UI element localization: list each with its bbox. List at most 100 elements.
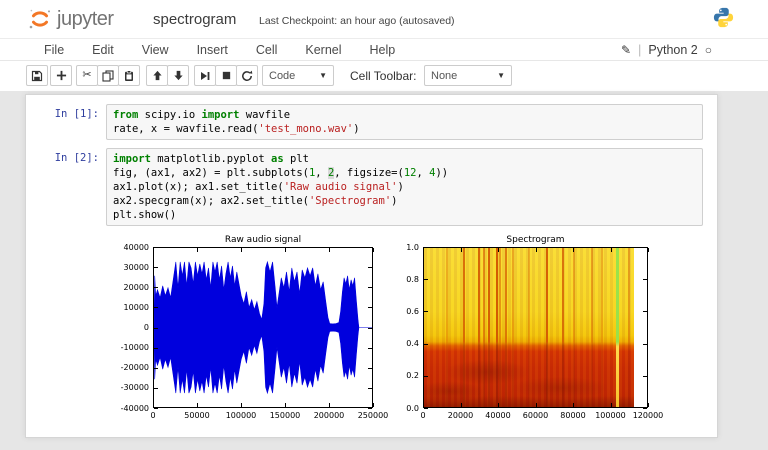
paste-cell-button[interactable] <box>118 65 140 86</box>
cell-toolbar-select[interactable]: None ▼ <box>424 65 512 86</box>
checkpoint-status: Last Checkpoint: an hour ago (autosaved) <box>259 15 455 27</box>
x-tick-mark <box>285 248 286 252</box>
code-token-pl: fig, (ax1, ax2) = plt.subplots( <box>113 167 309 179</box>
kernel-idle-icon: ○ <box>704 42 712 57</box>
x-tick-label: 150000 <box>269 411 301 420</box>
code-token-str: 'test_mono.wav' <box>258 123 354 135</box>
menu-item-edit[interactable]: Edit <box>78 43 128 57</box>
edit-mode-pencil-icon: ✎ <box>620 42 632 57</box>
y-tick-label: 0.8 <box>406 274 419 284</box>
spectrogram-streak <box>495 248 498 407</box>
x-tick-mark <box>329 248 330 252</box>
y-tick-mark <box>643 247 647 248</box>
y-tick-mark <box>424 279 428 281</box>
move-cell-up-button[interactable] <box>146 65 168 86</box>
x-tick-mark <box>329 403 330 407</box>
y-tick-label: 1.0 <box>406 242 419 252</box>
y-tick-mark <box>154 408 158 409</box>
menu-item-insert[interactable]: Insert <box>183 43 242 57</box>
arrow-up-icon <box>152 70 162 81</box>
cut-cell-button[interactable]: ✂ <box>76 65 98 86</box>
y-tick-mark <box>424 247 428 248</box>
save-button[interactable] <box>26 65 48 86</box>
refresh-icon <box>242 70 253 81</box>
waveform-plot-box <box>153 247 373 408</box>
y-tick-mark <box>368 267 372 269</box>
y-tick-label: -30000 <box>120 383 149 393</box>
menu-item-help[interactable]: Help <box>356 43 410 57</box>
y-tick-mark <box>154 307 158 309</box>
y-tick-mark <box>643 408 647 409</box>
x-tick-mark <box>573 403 574 407</box>
code-token-pl: , <box>315 167 328 179</box>
copy-cell-button[interactable] <box>97 65 119 86</box>
y-tick-mark <box>154 267 158 269</box>
x-tick-mark <box>573 248 574 252</box>
y-tick-mark <box>424 375 428 377</box>
y-tick-label: -10000 <box>120 343 149 353</box>
move-cell-down-button[interactable] <box>167 65 189 86</box>
code-line: rate, x = wavfile.read('test_mono.wav') <box>113 122 696 136</box>
code-token-pl: , <box>416 167 430 179</box>
y-tick-mark <box>368 347 372 349</box>
waveform-chart <box>154 260 372 395</box>
x-tick-mark <box>460 403 462 407</box>
save-group <box>26 65 48 86</box>
y-tick-label: 40000 <box>123 242 149 252</box>
y-tick-label: 10000 <box>123 302 149 312</box>
step-forward-icon <box>201 71 210 80</box>
cell-output-area[interactable]: Raw audio signal -40000 -30000 -20000 -10000… <box>26 234 717 434</box>
spectrogram-streak <box>601 248 604 407</box>
code-cell-1: In [1]: from scipy.io import wavfile rate,… <box>26 104 703 140</box>
code-line: plt.show() <box>113 208 696 222</box>
plot-title: Raw audio signal <box>224 235 302 245</box>
code-token-pl: ) <box>397 181 404 193</box>
jupyter-wordmark: jupyter <box>57 7 114 30</box>
code-line: fig, (ax1, ax2) = plt.subplots(1, 2, fig… <box>113 166 696 180</box>
add-cell-button[interactable] <box>50 65 72 86</box>
code-input[interactable]: from scipy.io import wavfile rate, x = wa… <box>106 104 703 140</box>
x-tick-mark <box>423 248 424 252</box>
run-cell-button[interactable] <box>194 65 216 86</box>
y-tick-mark <box>154 247 158 248</box>
code-line: from scipy.io import wavfile <box>113 108 696 122</box>
code-token-pl: ) <box>391 195 398 207</box>
menu-items: File Edit View Insert Cell Kernel Help <box>30 39 409 60</box>
restart-kernel-button[interactable] <box>236 65 258 86</box>
jupyter-logo[interactable]: jupyter <box>27 6 114 32</box>
spectrogram-streak <box>463 248 466 407</box>
y-tick-mark <box>643 343 647 345</box>
kernel-separator: | <box>638 42 642 57</box>
spectrogram-streak <box>512 248 515 407</box>
cell-type-select[interactable]: Code ▼ <box>262 65 334 86</box>
code-token-pl: rate, x = wavfile.read( <box>113 123 259 135</box>
spectrogram-streak <box>446 248 449 407</box>
kernel-name: Python 2 <box>648 42 698 57</box>
notebook-header: jupyter spectrogram Last Checkpoint: an … <box>0 0 768 38</box>
y-tick-label: 0 <box>143 323 149 332</box>
cell-prompt: In [2]: <box>54 152 99 164</box>
code-token-pl: matplotlib.pyplot <box>150 153 272 165</box>
run-group <box>194 65 258 86</box>
spectrogram-streak <box>528 248 531 407</box>
y-tick-mark <box>368 367 372 369</box>
x-tick-mark <box>285 403 286 407</box>
menu-item-view[interactable]: View <box>128 43 183 57</box>
y-tick-mark <box>424 343 428 345</box>
arrow-down-icon <box>173 70 183 81</box>
cells: In [1]: from scipy.io import wavfile rate,… <box>26 104 717 226</box>
spectrogram-streak <box>482 248 485 407</box>
menu-bar: File Edit View Insert Cell Kernel Help ✎ | Pyt… <box>0 38 768 61</box>
code-token-pl: )) <box>435 167 449 179</box>
notebook-title[interactable]: spectrogram <box>153 11 236 28</box>
menu-item-cell[interactable]: Cell <box>242 43 292 57</box>
code-input[interactable]: import matplotlib.pyplot as plt fig, (ax1… <box>106 148 703 226</box>
paste-icon <box>125 69 133 81</box>
menu-item-file[interactable]: File <box>30 43 78 57</box>
x-tick-mark <box>498 248 499 252</box>
y-tick-mark <box>368 287 372 289</box>
cell-prompt: In [1]: <box>54 108 99 120</box>
menu-item-kernel[interactable]: Kernel <box>291 43 355 57</box>
notebook-page-background: In [1]: from scipy.io import wavfile rate,… <box>0 91 768 450</box>
interrupt-kernel-button[interactable] <box>215 65 237 86</box>
